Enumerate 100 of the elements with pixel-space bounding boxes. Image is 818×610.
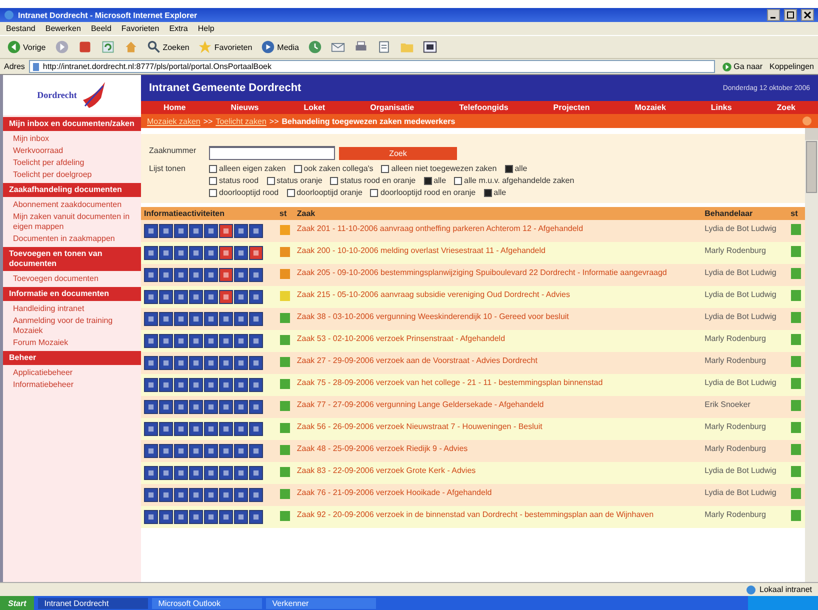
action-icon[interactable] [174,246,188,260]
action-icon[interactable] [144,290,158,304]
radio-label[interactable]: alleen niet toegewezen zaken [391,164,497,173]
action-icon[interactable] [174,312,188,326]
action-icon[interactable] [174,488,188,502]
radio-button[interactable] [381,164,390,172]
sidebar-link[interactable]: Toelicht per doelgroep [3,169,141,181]
action-icon[interactable] [174,444,188,458]
action-icon[interactable] [189,466,203,480]
zaak-link[interactable]: Zaak 77 - 27-09-2006 vergunning Lange Geldersekade - Afgehandeld [294,396,702,418]
start-button[interactable]: Start [0,596,34,610]
action-icon[interactable] [249,246,263,260]
action-icon[interactable] [234,422,248,436]
action-icon[interactable] [219,356,233,370]
minimize-icon[interactable] [767,9,780,21]
sidebar-link[interactable]: Aanmelding voor de training Mozaiek [3,315,141,337]
zaak-link[interactable]: Zaak 48 - 25-09-2006 verzoek Riedijk 9 - Advies [294,440,702,462]
zaak-link[interactable]: Zaak 53 - 02-10-2006 verzoek Prinsenstraat - Afgehandeld [294,330,702,352]
action-icon[interactable] [234,510,248,524]
radio-button[interactable] [370,188,378,196]
action-icon[interactable] [249,466,263,480]
radio-label[interactable]: status rood en oranje [340,176,416,185]
action-icon[interactable] [159,488,173,502]
toolbar-button[interactable]: Media [258,39,302,55]
zaak-link[interactable]: Zaak 83 - 22-09-2006 verzoek Grote Kerk - Advies [294,462,702,484]
action-icon[interactable] [204,224,218,238]
action-icon[interactable] [174,422,188,436]
action-icon[interactable] [144,400,158,414]
radio-label[interactable]: alle m.u.v. afgehandelde zaken [464,176,574,185]
action-icon[interactable] [219,224,233,238]
action-icon[interactable] [219,312,233,326]
action-icon[interactable] [174,334,188,348]
toolbar-button[interactable]: Zoeken [144,39,192,55]
action-icon[interactable] [204,290,218,304]
zaak-link[interactable]: Zaak 56 - 26-09-2006 verzoek Nieuwstraat 7 - Houweningen - Besluit [294,418,702,440]
action-icon[interactable] [249,422,263,436]
action-icon[interactable] [249,224,263,238]
radio-button[interactable] [209,188,217,196]
radio-label[interactable]: alle [514,164,528,173]
action-icon[interactable] [174,356,188,370]
action-icon[interactable] [144,268,158,282]
zaaknummer-field[interactable] [209,146,335,160]
action-icon[interactable] [249,488,263,502]
action-icon[interactable] [234,356,248,370]
breadcrumb-link[interactable]: Mozaiek zaken [147,116,200,126]
zaak-link[interactable]: Zaak 205 - 09-10-2006 bestemmingsplanwijziging Spuiboulevard 22 Dordrecht - Informatie aangevraagd [294,264,702,286]
address-field[interactable]: http://intranet.dordrecht.nl:8777/pls/portal/portal.OnsPortaalBoek [28,60,715,73]
nav-link[interactable]: Projecten [553,103,590,112]
menu-item[interactable]: Help [198,24,214,33]
action-icon[interactable] [204,312,218,326]
action-icon[interactable] [219,510,233,524]
action-icon[interactable] [189,290,203,304]
action-icon[interactable] [189,268,203,282]
action-icon[interactable] [159,378,173,392]
action-icon[interactable] [159,444,173,458]
action-icon[interactable] [249,290,263,304]
action-icon[interactable] [249,510,263,524]
action-icon[interactable] [219,378,233,392]
action-icon[interactable] [249,334,263,348]
sidebar-link[interactable]: Toelicht per afdeling [3,157,141,169]
action-icon[interactable] [159,334,173,348]
action-icon[interactable] [219,268,233,282]
menu-item[interactable]: Bestand [6,24,36,33]
action-icon[interactable] [234,334,248,348]
action-icon[interactable] [189,246,203,260]
taskbar-item[interactable]: Microsoft Outlook [152,598,262,608]
action-icon[interactable] [249,444,263,458]
maximize-icon[interactable] [784,9,797,21]
radio-label[interactable]: ook zaken collega's [304,164,374,173]
action-icon[interactable] [144,224,158,238]
action-icon[interactable] [189,400,203,414]
action-icon[interactable] [174,290,188,304]
close-icon[interactable] [801,9,814,21]
menu-item[interactable]: Beeld [90,24,112,33]
action-icon[interactable] [234,378,248,392]
radio-label[interactable]: status oranje [276,176,322,185]
toolbar-button[interactable]: Favorieten [195,39,256,55]
action-icon[interactable] [159,400,173,414]
links-label[interactable]: Koppelingen [770,62,814,71]
action-icon[interactable] [174,224,188,238]
sidebar-link[interactable]: Handleiding intranet [3,303,141,315]
breadcrumb-link[interactable]: Toelicht zaken [216,116,266,126]
action-icon[interactable] [249,378,263,392]
action-icon[interactable] [144,312,158,326]
radio-button[interactable] [424,176,432,184]
action-icon[interactable] [174,466,188,480]
menu-item[interactable]: Bewerken [45,24,81,33]
action-icon[interactable] [219,422,233,436]
action-icon[interactable] [144,356,158,370]
zaak-link[interactable]: Zaak 92 - 20-09-2006 verzoek in de binnenstad van Dordrecht - bestemmingsplan aan de Wijnhaven [294,506,702,528]
action-icon[interactable] [204,444,218,458]
zaak-link[interactable]: Zaak 75 - 28-09-2006 verzoek van het college - 21 - 11 - bestemmingsplan binnenstad [294,374,702,396]
action-icon[interactable] [189,378,203,392]
menu-item[interactable]: Favorieten [121,24,160,33]
action-icon[interactable] [144,378,158,392]
radio-button[interactable] [454,176,462,184]
action-icon[interactable] [159,268,173,282]
nav-link[interactable]: Loket [304,103,326,112]
radio-button[interactable] [484,188,492,196]
radio-button[interactable] [266,176,275,184]
